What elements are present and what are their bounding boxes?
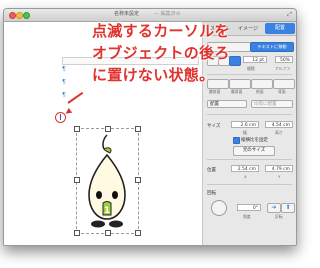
- rotate-label: 回転: [207, 191, 216, 196]
- distribute-select[interactable]: 均等に配置: [251, 100, 293, 108]
- paragraph-mark-icon: ¶: [62, 66, 66, 73]
- original-size-button[interactable]: 元のサイズ: [233, 146, 275, 156]
- alpha-field[interactable]: 50%: [275, 56, 293, 63]
- send-to-back-button[interactable]: [229, 79, 251, 89]
- annotation-callout: 点滅するカーソルを オブジェクトの後ろ に置けない状態。: [92, 20, 230, 86]
- backward-label: 背面: [278, 89, 286, 94]
- width-field[interactable]: 2.6 cm: [231, 121, 259, 128]
- angle-field[interactable]: 0°: [237, 204, 261, 211]
- divider: [207, 159, 292, 160]
- flip-horizontal-button[interactable]: ➔: [267, 203, 281, 213]
- send-backward-button[interactable]: [273, 79, 295, 89]
- annotation-line-2: オブジェクトの後ろ: [92, 44, 230, 62]
- move-with-text-button[interactable]: テキストに移動: [250, 42, 294, 52]
- divider: [207, 114, 292, 115]
- constrain-proportions-checkbox[interactable]: [233, 137, 240, 144]
- paragraph-mark-icon: ¶: [62, 92, 66, 99]
- selected-image-object[interactable]: 1: [74, 126, 141, 236]
- forward-label: 前面: [256, 89, 264, 94]
- window-edited-status: — 編集済み: [154, 11, 181, 17]
- divider: [207, 184, 292, 185]
- y-caption: Y: [278, 174, 281, 179]
- fullscreen-icon[interactable]: ⤢: [287, 11, 292, 19]
- size-label: サイズ: [207, 124, 221, 129]
- tab-image[interactable]: イメージ: [235, 25, 261, 32]
- svg-text:1: 1: [104, 206, 110, 216]
- window-title: 名称未設定: [114, 11, 140, 17]
- alpha-label: アルファ: [275, 66, 291, 71]
- angle-caption: 角度: [243, 214, 251, 219]
- x-field[interactable]: 2.54 cm: [231, 165, 259, 172]
- width-caption: 幅: [243, 130, 247, 135]
- paragraph-mark-icon: ¶: [62, 79, 66, 86]
- wrap-square-button[interactable]: [229, 56, 241, 66]
- tab-arrange[interactable]: 配置: [265, 23, 295, 34]
- rotation-knob[interactable]: [211, 200, 227, 216]
- spacing-label: 間隔: [247, 66, 255, 71]
- close-window-button[interactable]: [9, 12, 16, 19]
- spacing-field[interactable]: 12 pt: [243, 56, 267, 63]
- flip-caption: 反転: [275, 214, 283, 219]
- constrain-proportions-label: 縦横比を固定: [241, 138, 268, 143]
- zoom-window-button[interactable]: [23, 12, 30, 19]
- minimize-window-button[interactable]: [16, 12, 23, 19]
- annotation-line-3: に置けない状態。: [92, 66, 215, 84]
- align-select[interactable]: 配置: [207, 100, 247, 108]
- bring-forward-button[interactable]: [251, 79, 273, 89]
- position-label: 位置: [207, 168, 216, 173]
- height-caption: 高さ: [275, 130, 283, 135]
- text-caret: [60, 114, 61, 120]
- bulb-mascot-image: 1: [88, 134, 126, 228]
- front-label: 最前面: [209, 89, 221, 94]
- annotation-arrow: [67, 91, 84, 104]
- flip-vertical-button[interactable]: ⬆: [281, 203, 295, 213]
- back-label: 最背面: [231, 89, 243, 94]
- x-caption: X: [244, 174, 247, 179]
- height-field[interactable]: 4.54 cm: [265, 121, 293, 128]
- y-field[interactable]: 4.79 cm: [265, 165, 293, 172]
- annotation-line-1: 点滅するカーソルを: [92, 22, 230, 40]
